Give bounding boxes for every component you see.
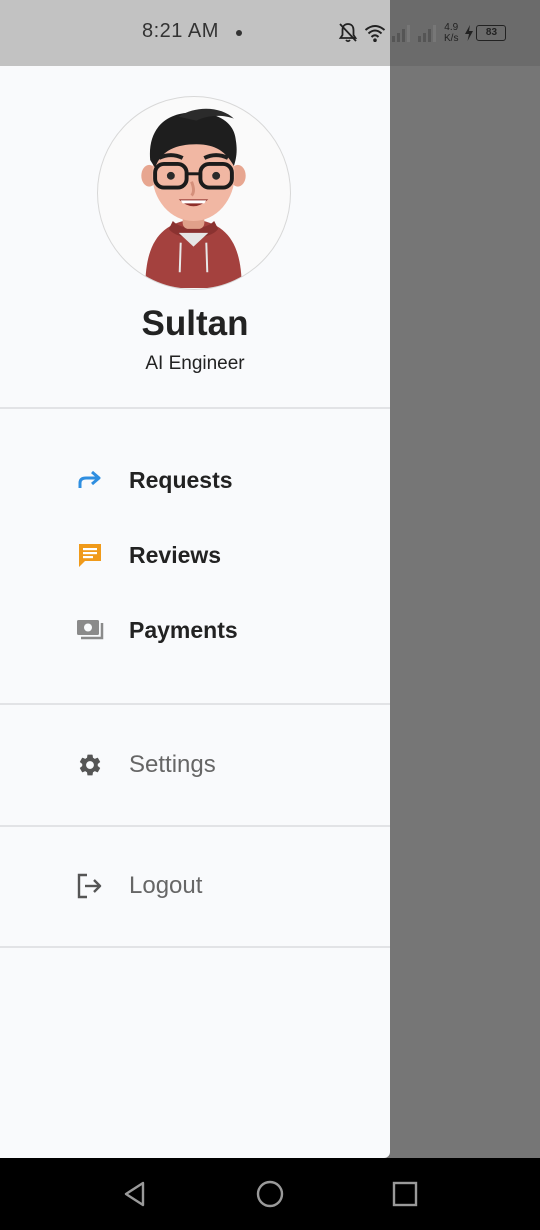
network-speed-value: 4.9 <box>444 22 459 33</box>
network-speed-unit: K/s <box>444 33 459 44</box>
menu-item-label: Logout <box>129 872 203 899</box>
status-bar: 8:21 AM 4.9 K/s 83 <box>0 0 540 66</box>
network-speed: 4.9 K/s <box>444 22 458 44</box>
divider <box>0 703 390 705</box>
navigation-drawer: Sultan AI Engineer Requests Reviews Paym… <box>0 66 390 1158</box>
logout-icon <box>74 870 106 902</box>
back-button[interactable] <box>117 1176 153 1212</box>
recents-button[interactable] <box>387 1176 423 1212</box>
menu-item-label: Reviews <box>129 541 222 568</box>
menu-item-label: Payments <box>129 616 238 643</box>
charging-icon <box>464 25 474 41</box>
menu-item-requests[interactable]: Requests <box>0 450 390 510</box>
wifi-icon <box>364 23 386 43</box>
system-navigation-bar <box>0 1158 540 1230</box>
profile-name: Sultan <box>141 304 249 343</box>
avatar[interactable] <box>97 96 291 290</box>
menu-item-settings[interactable]: Settings <box>0 735 390 795</box>
back-icon <box>124 1181 145 1207</box>
status-icons: 4.9 K/s 83 <box>338 20 507 46</box>
notifications-off-icon <box>338 22 358 44</box>
menu-item-label: Requests <box>129 466 233 493</box>
gear-icon <box>74 749 106 781</box>
divider <box>0 407 390 409</box>
home-button[interactable] <box>252 1176 288 1212</box>
avatar-image <box>141 108 246 288</box>
battery-indicator: 83 <box>464 25 507 41</box>
divider <box>0 946 390 948</box>
signal-icon <box>392 24 412 42</box>
chat-message-icon <box>74 539 106 571</box>
status-time: 8:21 AM <box>142 20 219 42</box>
notification-dot <box>236 30 242 36</box>
profile-role: AI Engineer <box>145 353 245 374</box>
recents-icon <box>392 1181 418 1207</box>
redo-arrow-icon <box>74 464 106 496</box>
menu-item-payments[interactable]: Payments <box>0 600 390 660</box>
payments-icon <box>74 614 106 646</box>
menu-item-logout[interactable]: Logout <box>0 856 390 916</box>
battery-icon: 83 <box>476 25 507 41</box>
divider <box>0 825 390 827</box>
profile-header: Sultan AI Engineer <box>0 66 390 407</box>
menu-item-reviews[interactable]: Reviews <box>0 525 390 585</box>
menu-item-label: Settings <box>129 751 216 778</box>
signal-icon <box>418 24 438 42</box>
home-icon <box>256 1180 284 1208</box>
